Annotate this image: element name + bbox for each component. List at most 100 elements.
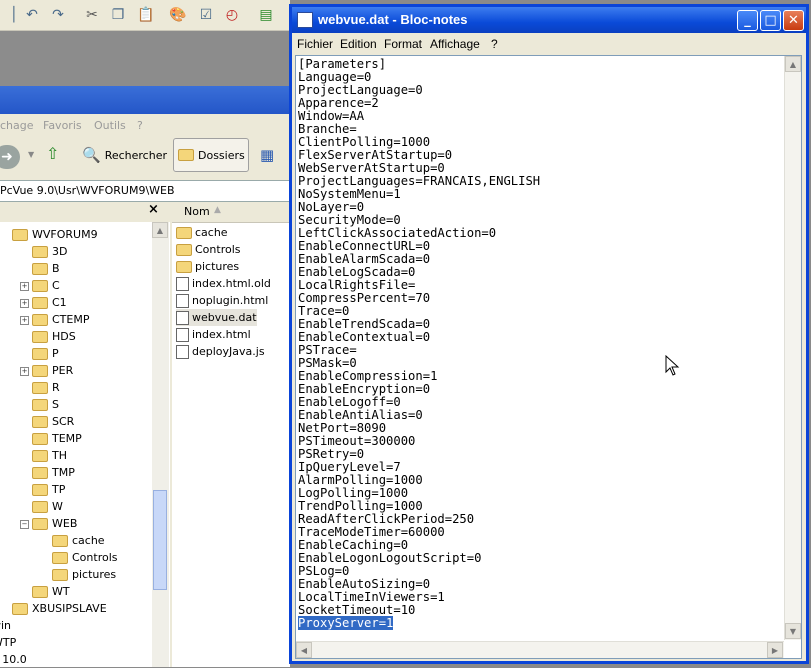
paste-icon[interactable]: 📋 [136,5,156,25]
file-item[interactable]: webvue.dat [176,309,257,326]
copy-icon[interactable]: ❐ [108,5,128,25]
tree-item[interactable]: e 10.0 [0,651,27,668]
explorer-title-bar [0,86,290,114]
checklist-icon[interactable]: ☑ [196,5,216,25]
file-item[interactable]: Controls [176,241,241,258]
file-item[interactable]: deployJava.js [176,343,265,360]
tree-item[interactable]: pictures [52,566,116,583]
address-bar[interactable]: PcVue 9.0\Usr\WVFORUM9\WEB [0,180,290,202]
folder-icon [52,568,68,581]
folder-icon [32,330,48,343]
tree-item[interactable]: WVFORUM9 [12,226,98,243]
maximize-button[interactable]: □ [760,10,781,31]
column-header-name[interactable]: Nom [184,205,210,218]
file-item-label: index.html.old [192,277,271,290]
text-editor-area[interactable]: [Parameters] Language=0 ProjectLanguage=… [295,55,802,659]
selected-text: ProxyServer=1 [298,616,394,630]
scroll-up-icon[interactable]: ▲ [785,56,801,72]
tree-item[interactable]: B [32,260,60,277]
menu-item-format[interactable]: Format [384,37,422,51]
tree-scrollbar[interactable]: ▲ [152,222,169,667]
folders-button[interactable]: Dossiers [173,138,249,172]
menu-item-help[interactable]: ? [491,37,498,51]
file-item[interactable]: pictures [176,258,239,275]
redo-icon[interactable]: ↷ [48,5,68,25]
stack-icon[interactable]: ▤ [256,5,276,25]
tree-item[interactable]: WTP [0,634,16,651]
explorer-menu-bar: chage Favoris Outils ? [0,115,290,135]
mouse-cursor-icon [665,355,680,376]
file-list-header[interactable]: Nom ▲ [172,202,290,223]
menu-item-file[interactable]: Fichier [297,37,333,51]
expand-icon[interactable]: + [20,367,29,376]
tree-item[interactable]: TP [32,481,65,498]
tree-item[interactable]: XBUSIPSLAVE [12,600,107,617]
folder-icon [32,313,48,326]
close-icon[interactable]: × [148,202,159,217]
file-item[interactable]: cache [176,224,228,241]
menu-item-help[interactable]: ? [137,119,143,132]
views-icon[interactable]: ▦ [260,146,274,164]
file-item[interactable]: index.html [176,326,251,343]
file-item-label: webvue.dat [192,311,257,324]
folder-icon [32,398,48,411]
tree-item[interactable]: WEB [32,515,77,532]
tree-item[interactable]: R [32,379,60,396]
gauge-icon[interactable]: ◴ [222,5,242,25]
tree-item[interactable]: C1 [32,294,67,311]
notepad-icon[interactable] [297,12,313,28]
up-folder-icon[interactable]: ⇧ [46,144,59,163]
menu-item-edit[interactable]: Edition [340,37,377,51]
tree-item[interactable]: TEMP [32,430,82,447]
file-icon [176,276,189,291]
minimize-button[interactable]: _ [737,10,758,31]
tree-item[interactable]: W [32,498,63,515]
tree-item[interactable]: Controls [52,549,118,566]
tree-item[interactable]: C [32,277,60,294]
scroll-up-icon[interactable]: ▲ [152,222,168,238]
tree-item-label: 3D [52,245,68,258]
tree-scroll-thumb[interactable] [153,490,167,590]
tree-item-label: W [52,500,63,513]
expand-icon[interactable]: + [20,316,29,325]
tree-item[interactable]: 3D [32,243,67,260]
dropdown-arrow-icon[interactable]: ▼ [28,150,34,159]
search-button[interactable]: 🔍 Rechercher [82,146,167,164]
tree-item-label: WTP [0,636,17,649]
notepad-menu-bar: Fichier Edition Format Affichage ? [292,33,806,54]
file-item[interactable]: index.html.old [176,275,271,292]
menu-item-view[interactable]: chage [0,119,34,132]
collapse-icon[interactable]: − [20,520,29,529]
scroll-right-icon[interactable]: ▶ [767,642,783,658]
scroll-down-icon[interactable]: ▼ [785,623,801,639]
cut-icon[interactable]: ✂ [82,5,102,25]
tree-item[interactable]: WT [32,583,70,600]
forward-icon[interactable]: ➜ [0,145,20,169]
expand-icon[interactable]: + [20,282,29,291]
tree-item[interactable]: P [32,345,59,362]
tree-item-label: WEB [52,517,78,530]
menu-item-view[interactable]: Affichage [430,37,480,51]
vertical-scrollbar[interactable]: ▲ ▼ [784,56,801,640]
palette-icon[interactable]: 🎨 [168,5,188,25]
tree-item[interactable]: PER [32,362,73,379]
undo-icon[interactable]: ↶ [22,5,42,25]
tree-item[interactable]: SCR [32,413,74,430]
close-button[interactable]: ✕ [783,10,804,31]
notepad-title-bar[interactable]: webvue.dat - Bloc-notes _ □ ✕ [292,7,806,33]
tree-item[interactable]: cache [52,532,105,549]
tree-item[interactable]: HDS [32,328,76,345]
tree-item[interactable]: win [0,617,11,634]
expand-icon[interactable]: + [20,299,29,308]
tree-item[interactable]: S [32,396,59,413]
folder-icon [176,243,192,256]
menu-item-favorites[interactable]: Favoris [43,119,82,132]
tree-item[interactable]: TH [32,447,67,464]
tree-item-label: CTEMP [52,313,90,326]
file-item[interactable]: noplugin.html [176,292,268,309]
scroll-left-icon[interactable]: ◀ [296,642,312,658]
horizontal-scrollbar[interactable]: ◀ ▶ [296,641,784,658]
menu-item-tools[interactable]: Outils [94,119,126,132]
tree-item[interactable]: TMP [32,464,75,481]
tree-item[interactable]: CTEMP [32,311,89,328]
